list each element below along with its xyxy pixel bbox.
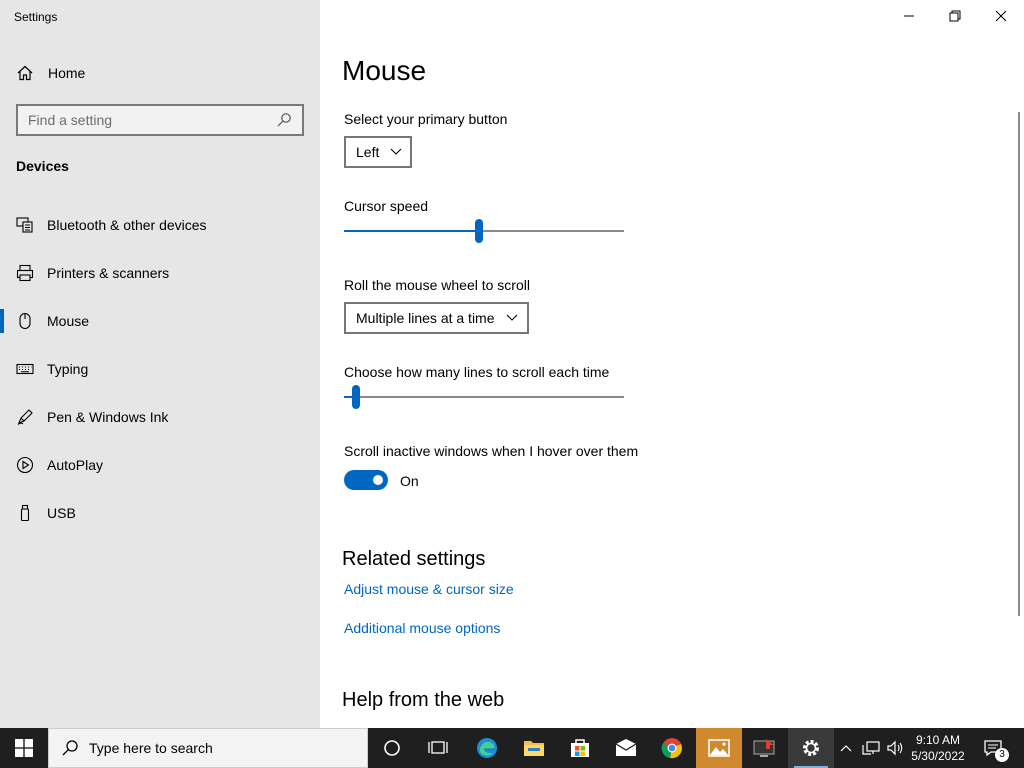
settings-sidebar: Settings Home Find a setting Devices Blu…	[0, 0, 320, 728]
sidebar-item-label: USB	[47, 505, 76, 521]
sidebar-item-pen[interactable]: Pen & Windows Ink	[0, 393, 320, 441]
wheel-scroll-value: Multiple lines at a time	[356, 310, 495, 326]
toggle-state-text: On	[400, 473, 419, 489]
edge-icon	[477, 738, 497, 758]
minimize-button[interactable]	[886, 0, 932, 32]
close-icon	[995, 10, 1007, 22]
network-icon	[862, 741, 880, 755]
section-heading: Devices	[16, 158, 69, 174]
restore-button[interactable]	[932, 0, 978, 32]
taskbar-search-placeholder: Type here to search	[89, 740, 213, 756]
sidebar-item-autoplay[interactable]: AutoPlay	[0, 441, 320, 489]
slider-fill	[344, 230, 479, 232]
sidebar-item-label: Pen & Windows Ink	[47, 409, 169, 425]
cursor-speed-slider[interactable]	[344, 219, 624, 243]
sidebar-item-printers[interactable]: Printers & scanners	[0, 249, 320, 297]
clock-date: 5/30/2022	[911, 749, 965, 763]
usb-icon	[16, 504, 34, 522]
restore-icon	[949, 10, 961, 22]
printer-icon	[16, 264, 34, 282]
volume-icon	[887, 740, 903, 756]
folder-icon	[524, 741, 544, 756]
adjust-mouse-cursor-size-link[interactable]: Adjust mouse & cursor size	[344, 581, 514, 597]
home-icon	[16, 64, 34, 82]
chrome-icon	[661, 738, 682, 759]
sidebar-item-label: AutoPlay	[47, 457, 104, 473]
lines-to-scroll-label: Choose how many lines to scroll each tim…	[344, 364, 610, 380]
content-scrollbar[interactable]	[1018, 112, 1020, 616]
autoplay-icon	[16, 456, 34, 474]
slider-thumb[interactable]	[352, 385, 360, 409]
notification-count-badge: 3	[995, 748, 1009, 762]
edge-taskbar-button[interactable]	[464, 728, 510, 768]
volume-button[interactable]	[884, 728, 906, 768]
lines-to-scroll-slider[interactable]	[344, 385, 624, 409]
sidebar-nav: Bluetooth & other devices Printers & sca…	[0, 201, 320, 537]
slider-thumb[interactable]	[475, 219, 483, 243]
chevron-down-icon	[389, 145, 403, 159]
taskbar-search-box[interactable]: Type here to search	[48, 728, 368, 768]
sidebar-item-label: Home	[48, 65, 86, 81]
cursor-speed-label: Cursor speed	[344, 198, 429, 214]
search-icon	[61, 739, 79, 757]
sidebar-item-usb[interactable]: USB	[0, 489, 320, 537]
chrome-button[interactable]	[649, 728, 695, 768]
additional-mouse-options-link[interactable]: Additional mouse options	[344, 620, 500, 636]
taskbar: Type here to search 9:10 AM 5/30/2022	[0, 728, 1024, 768]
photos-icon	[708, 739, 730, 757]
remote-desktop-icon	[753, 739, 775, 757]
store-button[interactable]	[557, 728, 603, 768]
settings-taskbar-button[interactable]	[788, 728, 834, 768]
clock-time: 9:10 AM	[915, 733, 961, 747]
sidebar-item-label: Printers & scanners	[47, 265, 170, 281]
photos-button[interactable]	[696, 728, 742, 768]
minimize-icon	[904, 15, 914, 17]
store-icon	[571, 739, 589, 757]
remote-desktop-button[interactable]	[742, 728, 788, 768]
inactive-scroll-toggle[interactable]	[344, 470, 388, 490]
primary-button-label: Select your primary button	[344, 111, 508, 127]
show-hidden-icons-button[interactable]	[836, 728, 856, 768]
sidebar-item-typing[interactable]: Typing	[0, 345, 320, 393]
cortana-icon	[384, 740, 400, 756]
file-explorer-button[interactable]	[511, 728, 557, 768]
chevron-down-icon	[505, 311, 519, 325]
related-settings-title: Related settings	[342, 548, 486, 570]
chevron-up-icon	[840, 745, 852, 752]
sidebar-item-label: Bluetooth & other devices	[47, 217, 207, 233]
find-setting-input[interactable]: Find a setting	[16, 104, 304, 136]
wheel-scroll-label: Roll the mouse wheel to scroll	[344, 277, 530, 293]
network-button[interactable]	[860, 728, 882, 768]
mail-icon	[615, 739, 637, 756]
bluetooth-devices-icon	[16, 216, 34, 234]
task-view-icon	[428, 741, 448, 754]
search-icon	[276, 112, 292, 128]
keyboard-icon	[16, 360, 34, 378]
toggle-knob	[373, 475, 383, 485]
slider-track	[344, 396, 624, 398]
cortana-button[interactable]	[369, 728, 415, 768]
gear-icon	[803, 740, 819, 756]
inactive-scroll-label: Scroll inactive windows when I hover ove…	[344, 443, 639, 459]
windows-logo-icon	[15, 739, 33, 757]
app-title: Settings	[14, 10, 58, 24]
sidebar-item-label: Mouse	[47, 313, 90, 329]
start-button[interactable]	[0, 728, 48, 768]
sidebar-item-home[interactable]: Home	[0, 56, 320, 90]
pen-icon	[16, 408, 34, 426]
mouse-icon	[16, 312, 34, 330]
page-title: Mouse	[342, 55, 427, 86]
search-placeholder: Find a setting	[28, 112, 113, 128]
mail-button[interactable]	[603, 728, 649, 768]
close-button[interactable]	[978, 0, 1024, 32]
sidebar-item-mouse[interactable]: Mouse	[0, 297, 320, 345]
primary-button-value: Left	[356, 144, 380, 160]
taskbar-clock[interactable]: 9:10 AM 5/30/2022	[904, 732, 972, 764]
sidebar-item-bluetooth[interactable]: Bluetooth & other devices	[0, 201, 320, 249]
help-from-web-title: Help from the web	[342, 689, 505, 711]
sidebar-item-label: Typing	[47, 361, 89, 377]
wheel-scroll-dropdown[interactable]: Multiple lines at a time	[344, 302, 529, 334]
task-view-button[interactable]	[415, 728, 461, 768]
primary-button-dropdown[interactable]: Left	[344, 136, 412, 168]
